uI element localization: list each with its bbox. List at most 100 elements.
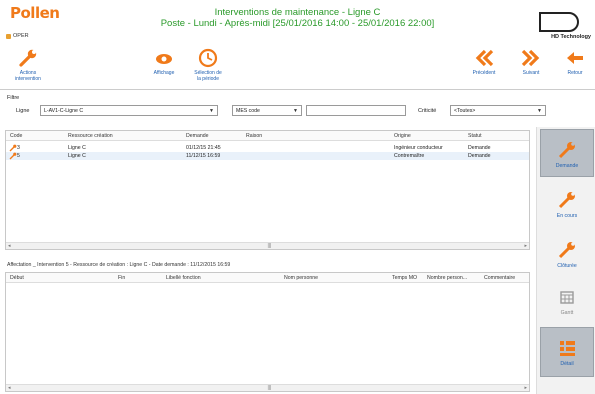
cell-ressource: Ligne C [68,153,86,159]
col-temps-mo[interactable]: Temps MO [392,275,417,281]
cell-code: 5 [17,153,20,159]
mes-code-select[interactable]: MES code ▼ [232,105,302,116]
page-title: Interventions de maintenance - Ligne C P… [120,7,475,29]
line-select-value: L-AV1-C-Ligne C [44,108,84,114]
col-libelle-fonction[interactable]: Libellé fonction [166,275,201,281]
brand-mark-icon [539,12,579,32]
actions-label-2: intervention [15,76,41,82]
col-nom-personne[interactable]: Nom personne [284,275,318,281]
list-icon [560,341,575,356]
interventions-table[interactable]: Code Ressource création Demande Raison O… [5,130,530,250]
wrench-icon [558,192,575,209]
app-logo: Pollen [10,4,60,22]
cloturee-button[interactable]: Clôturée [540,230,594,276]
cell-code: 3 [17,145,20,151]
status-sidebar: Demande En cours Clôturée Gantt Détail [536,127,595,394]
scroll-left-icon[interactable]: ◂ [8,385,11,391]
cell-origine: Contremaître [394,153,425,159]
back-label: Retour [567,70,583,76]
table-row[interactable]: 3 Ligne C 01/12/15 21:45 Ingénieur condu… [6,144,529,152]
eye-icon [156,54,172,64]
double-chevron-right-icon [521,49,540,67]
dropdown-arrow-icon: ▼ [537,108,542,114]
cell-statut: Demande [468,145,491,151]
scroll-right-icon[interactable]: ▸ [524,243,527,249]
operator-icon [6,33,11,39]
col-commentaire[interactable]: Commentaire [484,275,515,281]
app-header: Pollen OPER Interventions de maintenance… [0,0,595,44]
affectation-table[interactable]: Début Fin Libellé fonction Nom personne … [5,272,530,392]
affectation-table-header: Début Fin Libellé fonction Nom personne … [6,273,529,283]
line-label: Ligne [16,108,30,114]
col-statut[interactable]: Statut [468,133,482,139]
col-raison[interactable]: Raison [246,133,262,139]
next-button[interactable]: Suivant [516,48,546,76]
cell-demande: 11/12/15 16:59 [186,153,221,159]
filter-legend: Filtre [7,95,20,101]
title-line-2: Poste - Lundi - Après-midi [25/01/2016 1… [160,18,435,29]
scroll-left-icon[interactable]: ◂ [8,243,11,249]
en-cours-label: En cours [556,213,578,219]
col-code[interactable]: Code [10,133,22,139]
horizontal-scrollbar[interactable]: ◂ ||| ▸ [6,384,529,391]
wrench-icon [19,49,37,67]
affichage-button[interactable]: Affichage [148,48,180,76]
calendar-icon [560,291,574,304]
col-debut[interactable]: Début [10,275,24,281]
affectation-caption: Affectation _ Intervention 5 - Ressource… [7,262,231,268]
wrench-icon [9,152,17,160]
table-row[interactable]: 5 Ligne C 11/12/15 16:59 Contremaître De… [6,152,529,160]
affichage-label: Affichage [153,70,175,76]
title-line-1: Interventions de maintenance - Ligne C [214,7,381,18]
cell-ressource: Ligne C [68,145,86,151]
interventions-table-header: Code Ressource création Demande Raison O… [6,131,529,141]
brand-logo: HD Technology [533,12,591,42]
col-ressource[interactable]: Ressource création [68,133,113,139]
scroll-thumb-icon[interactable]: ||| [268,243,272,249]
filter-row: Ligne L-AV1-C-Ligne C ▼ MES code ▼ Criti… [0,105,560,119]
period-select-button[interactable]: Sélection de la période [190,48,226,82]
col-nombre-personnes[interactable]: Nombre person... [427,275,467,281]
toolbar: Actions intervention Affichage Sélection… [0,46,595,90]
periode-label-2: la période [197,76,219,82]
wrench-icon [558,142,575,159]
back-button[interactable]: Retour [560,48,590,76]
operator-indicator: OPER [6,33,29,39]
dropdown-arrow-icon: ▼ [209,108,214,114]
horizontal-scrollbar[interactable]: ◂ ||| ▸ [6,242,529,249]
en-cours-button[interactable]: En cours [540,180,594,226]
col-demande[interactable]: Demande [186,133,209,139]
demande-button[interactable]: Demande [540,129,594,177]
brand-text: HD Technology [551,34,591,40]
detail-label: Détail [560,361,574,367]
wrench-icon [9,144,17,152]
line-select[interactable]: L-AV1-C-Ligne C ▼ [40,105,218,116]
operator-name: OPER [13,33,29,39]
cloturee-label: Clôturée [557,263,577,269]
criticite-label: Criticité [418,108,437,114]
cell-origine: Ingénieur conducteur [394,145,443,151]
arrow-left-icon [567,52,583,64]
detail-button[interactable]: Détail [540,327,594,377]
col-origine[interactable]: Origine [394,133,411,139]
actions-intervention-button[interactable]: Actions intervention [8,48,48,82]
gantt-button[interactable]: Gantt [540,277,594,323]
col-fin[interactable]: Fin [118,275,125,281]
scroll-thumb-icon[interactable]: ||| [268,385,272,391]
previous-label: Précédent [472,70,496,76]
mes-code-value: MES code [236,108,260,114]
cell-statut: Demande [468,153,491,159]
gantt-label: Gantt [560,310,574,316]
demande-label: Demande [555,163,579,169]
criticite-select[interactable]: <Toutes> ▼ [450,105,546,116]
cell-demande: 01/12/15 21:45 [186,145,221,151]
wrench-icon [558,242,575,259]
clock-icon [198,48,218,68]
double-chevron-left-icon [475,49,494,67]
next-label: Suivant [522,70,540,76]
previous-button[interactable]: Précédent [466,48,502,76]
dropdown-arrow-icon: ▼ [293,108,298,114]
criticite-value: <Toutes> [454,108,476,114]
mes-code-input[interactable] [306,105,406,116]
scroll-right-icon[interactable]: ▸ [524,385,527,391]
